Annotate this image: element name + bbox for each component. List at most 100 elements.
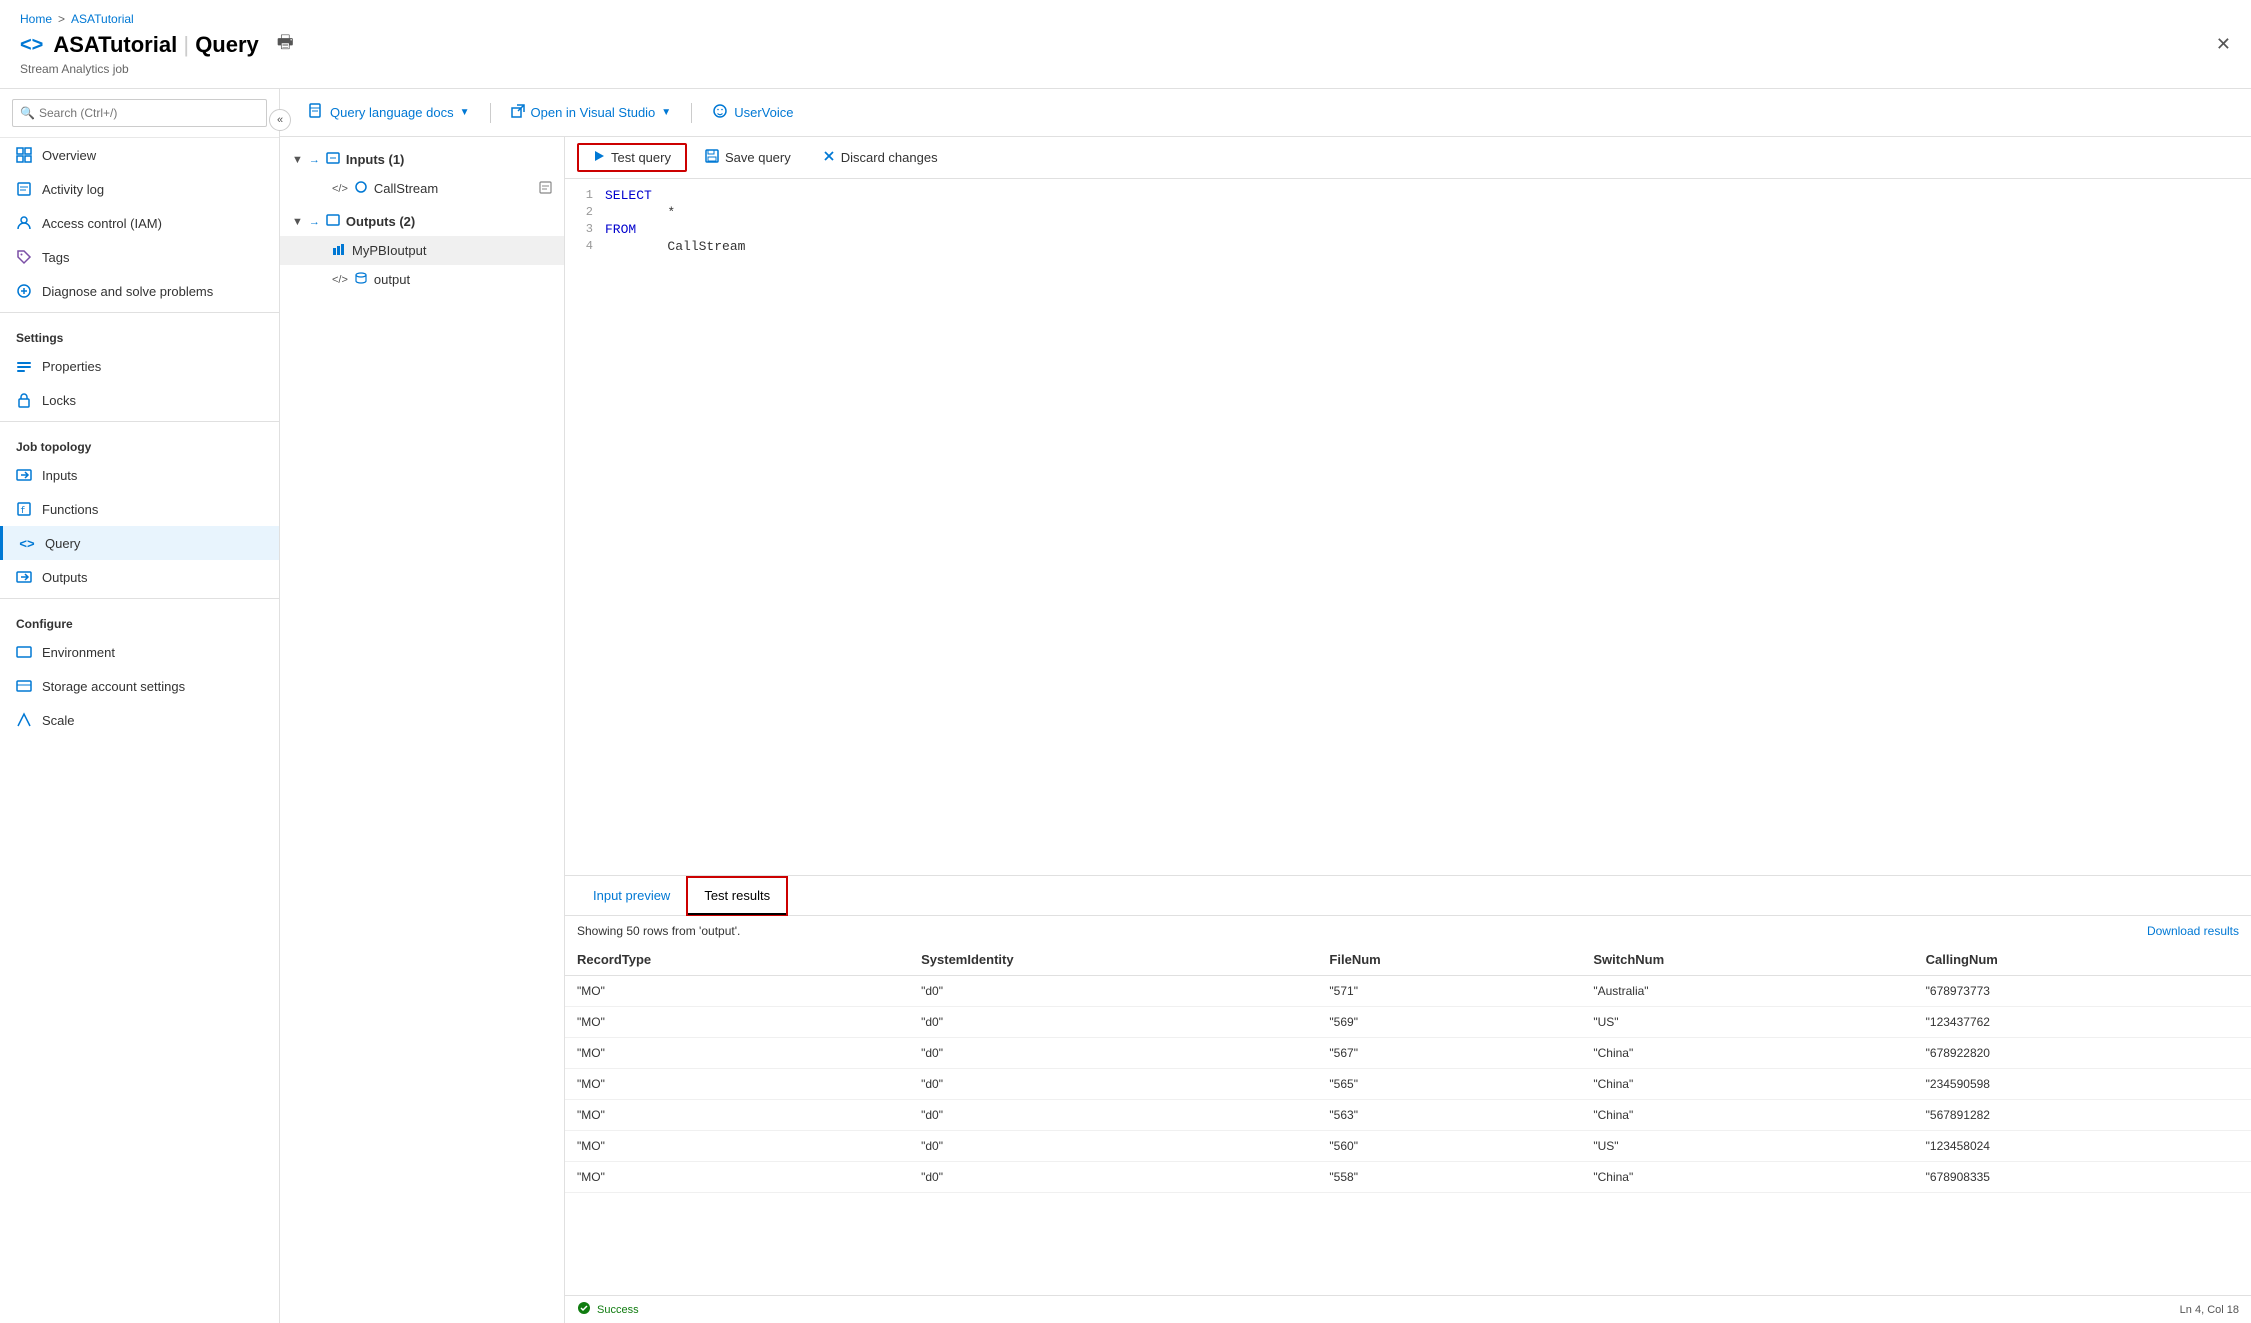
- discard-icon: [823, 150, 835, 165]
- sidebar-item-inputs[interactable]: Inputs: [0, 458, 279, 492]
- sidebar-label-outputs: Outputs: [42, 570, 88, 585]
- table-cell: "MO": [565, 1069, 909, 1100]
- tab-test-results[interactable]: Test results: [688, 878, 786, 915]
- access-control-icon: [16, 215, 32, 231]
- toolbar-sep-1: [490, 103, 491, 123]
- sidebar-item-storage-account[interactable]: Storage account settings: [0, 669, 279, 703]
- configure-divider: [0, 598, 279, 599]
- sidebar-label-properties: Properties: [42, 359, 101, 374]
- sidebar-item-properties[interactable]: Properties: [0, 349, 279, 383]
- tab-input-preview[interactable]: Input preview: [577, 878, 686, 915]
- table-cell: "China": [1581, 1069, 1913, 1100]
- code-line-1: 1 SELECT: [565, 187, 2251, 204]
- query-lang-docs-button[interactable]: Query language docs ▼: [296, 97, 482, 128]
- discard-changes-button[interactable]: Discard changes: [809, 145, 952, 170]
- code-editor[interactable]: 1 SELECT 2 * 3 FROM: [565, 179, 2251, 875]
- sidebar-item-locks[interactable]: Locks: [0, 383, 279, 417]
- uservoice-button[interactable]: UserVoice: [700, 97, 805, 128]
- toolbar-sep-2: [691, 103, 692, 123]
- content-area: Query language docs ▼ Open in Visual Stu…: [280, 89, 2251, 1323]
- col-header-recordtype: RecordType: [565, 944, 909, 976]
- print-icon[interactable]: 🖶: [277, 30, 294, 60]
- table-row: "MO""d0""567""China""678922820: [565, 1038, 2251, 1069]
- results-info: Showing 50 rows from 'output'. Download …: [565, 916, 2251, 944]
- sidebar-item-activity-log[interactable]: Activity log: [0, 172, 279, 206]
- settings-section-title: Settings: [0, 317, 279, 349]
- open-vs-label: Open in Visual Studio: [531, 105, 656, 120]
- status-position: Ln 4, Col 18: [2180, 1304, 2239, 1316]
- job-topology-divider: [0, 421, 279, 422]
- sidebar-collapse-button[interactable]: «: [269, 109, 291, 131]
- line-content-2: *: [605, 205, 2251, 220]
- code-line-3: 3 FROM: [565, 221, 2251, 238]
- line-content-3: FROM: [605, 222, 2251, 237]
- tree-mypbioutput-item[interactable]: MyPBIoutput: [280, 236, 564, 265]
- open-vs-button[interactable]: Open in Visual Studio ▼: [499, 98, 684, 127]
- sidebar-item-access-control[interactable]: Access control (IAM): [0, 206, 279, 240]
- table-row: "MO""d0""571""Australia""678973773: [565, 976, 2251, 1007]
- query-pane: ▼ → Inputs (1) </> CallStream: [280, 137, 2251, 1323]
- sidebar-item-functions[interactable]: f Functions: [0, 492, 279, 526]
- sidebar-item-environment[interactable]: Environment: [0, 635, 279, 669]
- tree-callstream-item[interactable]: </> CallStream: [280, 174, 564, 203]
- line-num-4: 4: [565, 239, 605, 253]
- sidebar-item-overview[interactable]: Overview: [0, 138, 279, 172]
- table-cell: "MO": [565, 1038, 909, 1069]
- table-row: "MO""d0""558""China""678908335: [565, 1162, 2251, 1193]
- main-layout: 🔍 Overview: [0, 89, 2251, 1323]
- breadcrumb: Home > ASATutorial: [20, 12, 2216, 26]
- table-cell: "560": [1317, 1131, 1581, 1162]
- query-actions-bar: Test query Save query: [565, 137, 2251, 179]
- breadcrumb-current[interactable]: ASATutorial: [71, 12, 134, 26]
- sidebar-item-query[interactable]: <> Query: [0, 526, 279, 560]
- sidebar-wrapper: 🔍 Overview: [0, 89, 280, 1323]
- test-query-button[interactable]: Test query: [577, 143, 687, 172]
- table-cell: "678908335: [1914, 1162, 2251, 1193]
- properties-icon: [16, 358, 32, 374]
- page-title: ASATutorial | Query: [53, 32, 258, 58]
- table-cell: "567": [1317, 1038, 1581, 1069]
- save-query-button[interactable]: Save query: [691, 144, 805, 171]
- storage-icon: [16, 678, 32, 694]
- sidebar: 🔍 Overview: [0, 89, 280, 1323]
- tree-inputs-group[interactable]: ▼ → Inputs (1): [280, 145, 564, 174]
- line-content-4: CallStream: [605, 239, 2251, 254]
- tree-callstream-label: CallStream: [374, 181, 438, 196]
- uservoice-label: UserVoice: [734, 105, 793, 120]
- sidebar-item-diagnose[interactable]: Diagnose and solve problems: [0, 274, 279, 308]
- tree-output-item[interactable]: </> output: [280, 265, 564, 294]
- table-row: "MO""d0""569""US""123437762: [565, 1007, 2251, 1038]
- line-content-1: SELECT: [605, 188, 2251, 203]
- toolbar: Query language docs ▼ Open in Visual Stu…: [280, 89, 2251, 137]
- code-line-2: 2 *: [565, 204, 2251, 221]
- close-button[interactable]: ✕: [2216, 34, 2231, 55]
- tree-outputs-group[interactable]: ▼ → Outputs (2): [280, 207, 564, 236]
- search-input[interactable]: [12, 99, 267, 127]
- tree-toggle-inputs: ▼: [292, 154, 303, 166]
- sidebar-item-outputs[interactable]: Outputs: [0, 560, 279, 594]
- test-results-tab-wrapper: Test results: [686, 876, 788, 916]
- tree-outputs-label: Outputs (2): [346, 214, 415, 229]
- table-cell: "d0": [909, 976, 1317, 1007]
- tree-inputs-label: Inputs (1): [346, 152, 405, 167]
- table-cell: "d0": [909, 1069, 1317, 1100]
- results-tabs: Input preview Test results: [565, 876, 2251, 916]
- tree-callstream-file-icon: [539, 181, 552, 197]
- table-row: "MO""d0""565""China""234590598: [565, 1069, 2251, 1100]
- sidebar-item-tags[interactable]: Tags: [0, 240, 279, 274]
- table-cell: "d0": [909, 1100, 1317, 1131]
- table-cell: "MO": [565, 1100, 909, 1131]
- sidebar-item-scale[interactable]: Scale: [0, 703, 279, 737]
- open-vs-chevron: ▼: [661, 107, 671, 118]
- outputs-icon: [16, 569, 32, 585]
- header-title-row: <> ASATutorial | Query 🖶: [20, 30, 2216, 60]
- table-cell: "China": [1581, 1038, 1913, 1069]
- table-cell: "US": [1581, 1007, 1913, 1038]
- breadcrumb-home[interactable]: Home: [20, 12, 52, 26]
- table-cell: "MO": [565, 1162, 909, 1193]
- tree-callstream-icon: [354, 180, 368, 197]
- col-header-switchnum: SwitchNum: [1581, 944, 1913, 976]
- editor-panel: Test query Save query: [565, 137, 2251, 1323]
- line-num-3: 3: [565, 222, 605, 236]
- download-results-link[interactable]: Download results: [2147, 924, 2239, 938]
